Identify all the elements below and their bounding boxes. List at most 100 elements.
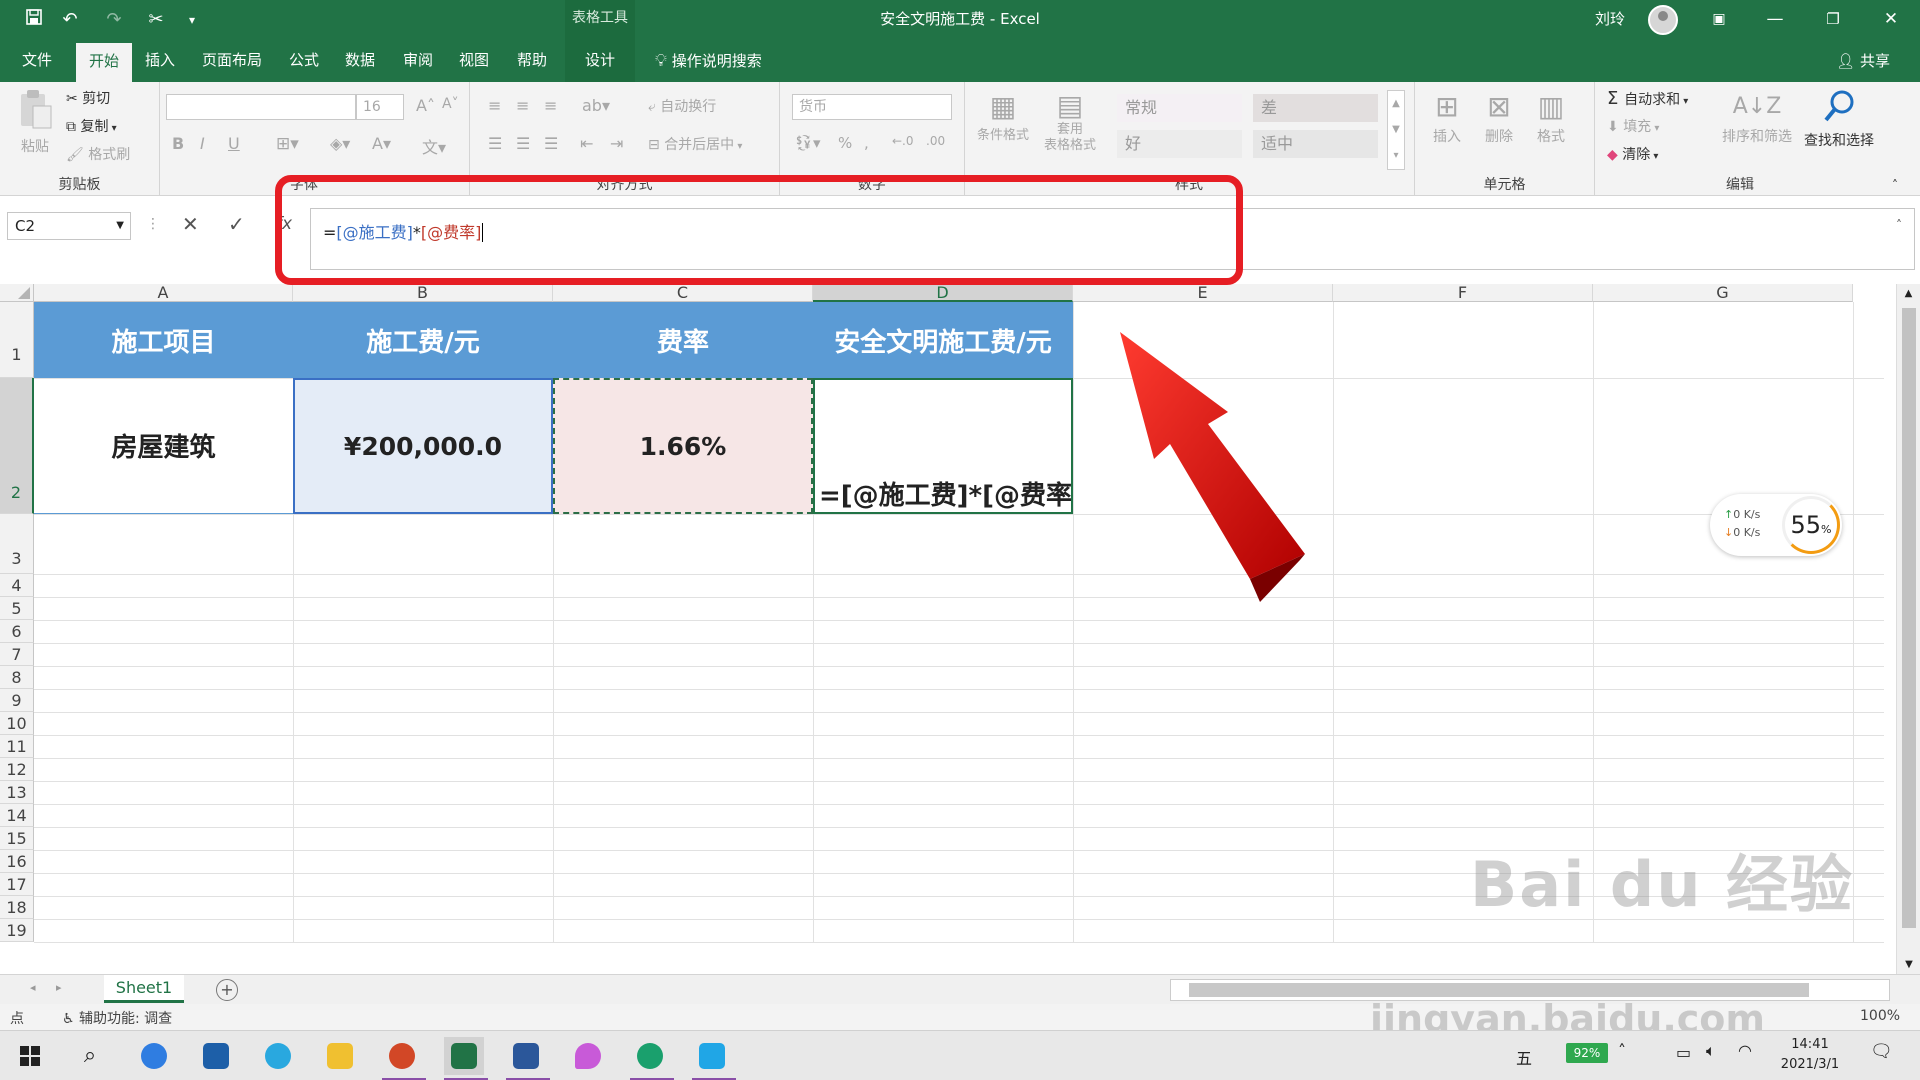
cut-icon[interactable]: ✂ [142, 8, 170, 32]
zoom-level[interactable]: 100% [1860, 1008, 1900, 1024]
tab-formulas[interactable]: 公式 [280, 40, 328, 82]
shrink-font-icon[interactable]: A˅ [442, 96, 459, 112]
scroll-up-icon[interactable]: ▲ [1897, 288, 1920, 299]
border-icon[interactable]: ⊞▾ [276, 134, 299, 154]
row-header-16[interactable]: 16 [0, 850, 34, 873]
row-header-5[interactable]: 5 [0, 597, 34, 620]
find-select-button[interactable]: 查找和选择 [1799, 88, 1879, 150]
align-right-icon[interactable]: ☰ [544, 134, 558, 153]
restore-icon[interactable]: ❐ [1810, 0, 1856, 40]
battery-badge[interactable]: 92% [1566, 1043, 1608, 1063]
row-header-10[interactable]: 10 [0, 712, 34, 735]
comma-icon[interactable]: , [864, 134, 869, 152]
phonetic-icon[interactable]: 文▾ [422, 134, 446, 158]
col-header-a[interactable]: A [34, 284, 293, 302]
col-header-b[interactable]: B [293, 284, 553, 302]
top-align-icon[interactable]: ≡ [488, 96, 501, 115]
user-name[interactable]: 刘玲 [1595, 0, 1625, 38]
tab-review[interactable]: 审阅 [394, 40, 442, 82]
insert-cells-button[interactable]: ⊞ 插入 [1427, 88, 1467, 146]
undo-icon[interactable]: ↶ [56, 8, 84, 32]
scroll-thumb[interactable] [1902, 308, 1916, 928]
worksheet-grid[interactable]: A B C D E F G 1 2 3 4 5 6 7 8 9 10 11 12… [0, 284, 1920, 974]
tell-me-search[interactable]: 💡︎ 操作说明搜索 [655, 40, 762, 82]
notification-icon[interactable]: 🗨︎ [1870, 1041, 1893, 1062]
row-header-6[interactable]: 6 [0, 620, 34, 643]
middle-align-icon[interactable]: ≡ [516, 96, 529, 115]
sort-filter-button[interactable]: A↓Z 排序和筛选 [1717, 88, 1797, 146]
tray-chevron-icon[interactable]: ˄ [1618, 1041, 1626, 1060]
header-cell-safety-fee[interactable]: 安全文明施工费/元 [813, 302, 1073, 378]
windows-start-icon[interactable] [10, 1037, 50, 1075]
merge-center-button[interactable]: ⊟ 合并后居中 ▾ [648, 134, 742, 154]
edge-icon[interactable] [630, 1037, 674, 1080]
col-header-e[interactable]: E [1073, 284, 1333, 302]
battery-icon[interactable]: ▭ [1676, 1043, 1691, 1062]
row-header-1[interactable]: 1 [0, 302, 34, 378]
autosum-button[interactable]: Σ 自动求和 ▾ [1607, 88, 1688, 109]
row-header-15[interactable]: 15 [0, 827, 34, 850]
row-header-9[interactable]: 9 [0, 689, 34, 712]
tab-insert[interactable]: 插入 [136, 40, 184, 82]
style-good[interactable]: 好 [1117, 130, 1242, 158]
customize-icon[interactable]: ▾ [178, 8, 206, 32]
excel-icon[interactable] [444, 1037, 488, 1080]
word-icon[interactable] [506, 1037, 550, 1080]
font-size-combo[interactable]: 16 [356, 94, 404, 120]
sheet-nav-prev-icon[interactable]: ◂ [30, 981, 36, 994]
app-l-icon[interactable] [134, 1037, 174, 1075]
format-painter-button[interactable]: 🖌︎ 格式刷 [66, 144, 130, 164]
avatar[interactable] [1648, 5, 1678, 35]
percent-icon[interactable]: % [838, 134, 852, 152]
minimize-icon[interactable]: — [1752, 0, 1798, 40]
style-bad[interactable]: 差 [1253, 94, 1378, 122]
vertical-scrollbar[interactable]: ▲ ▼ [1896, 284, 1920, 974]
col-header-c[interactable]: C [553, 284, 813, 302]
sheet-tab-sheet1[interactable]: Sheet1 [104, 975, 184, 1003]
row-header-4[interactable]: 4 [0, 574, 34, 597]
share-button[interactable]: 👤︎ 共享 [1836, 40, 1890, 82]
save-icon[interactable] [20, 8, 48, 32]
increase-decimal-icon[interactable]: ←.0 [892, 134, 914, 148]
bold-button[interactable]: B [172, 134, 184, 153]
orientation-icon[interactable]: ab▾ [582, 96, 610, 115]
collapse-ribbon-icon[interactable]: ˄ [1892, 178, 1898, 192]
enter-icon[interactable]: ✓ [228, 212, 245, 236]
scroll-down-icon[interactable]: ▼ [1897, 959, 1920, 970]
delete-cells-button[interactable]: ⊠ 删除 [1479, 88, 1519, 146]
tab-page-layout[interactable]: 页面布局 [196, 40, 268, 82]
col-header-d[interactable]: D [813, 284, 1073, 302]
name-box[interactable]: C2 ▼ [7, 212, 131, 240]
tab-home[interactable]: 开始 [76, 40, 132, 82]
cell-c2[interactable]: 1.66% [553, 378, 813, 514]
select-all-corner[interactable] [0, 284, 34, 302]
row-header-17[interactable]: 17 [0, 873, 34, 896]
paint-icon[interactable] [568, 1037, 608, 1075]
tab-data[interactable]: 数据 [336, 40, 384, 82]
style-normal[interactable]: 常规 [1117, 94, 1242, 122]
accounting-icon[interactable]: 💱︎▾ [794, 134, 821, 152]
paste-button[interactable]: 粘贴 [14, 88, 56, 156]
accessibility-status[interactable]: ♿︎ 辅助功能: 调查 [62, 1008, 172, 1028]
clock[interactable]: 14:41 2021/3/1 [1770, 1035, 1850, 1075]
row-header-19[interactable]: 19 [0, 919, 34, 942]
decrease-decimal-icon[interactable]: .00 [926, 134, 945, 148]
decrease-indent-icon[interactable]: ⇤ [580, 134, 593, 153]
col-header-g[interactable]: G [1593, 284, 1853, 302]
row-header-11[interactable]: 11 [0, 735, 34, 758]
row-header-12[interactable]: 12 [0, 758, 34, 781]
row-header-7[interactable]: 7 [0, 643, 34, 666]
ribbon-display-icon[interactable]: ▣ [1696, 0, 1742, 40]
powerpoint-icon[interactable] [382, 1037, 426, 1080]
row-header-14[interactable]: 14 [0, 804, 34, 827]
italic-button[interactable]: I [200, 134, 205, 153]
header-cell-rate[interactable]: 费率 [553, 302, 813, 378]
redo-icon[interactable]: ↷ [100, 8, 128, 32]
row-header-13[interactable]: 13 [0, 781, 34, 804]
copy-button[interactable]: ⧉ 复制 ▾ [66, 116, 117, 136]
browser-e-icon[interactable] [258, 1037, 298, 1075]
tab-help[interactable]: 帮助 [508, 40, 556, 82]
sheet-nav-next-icon[interactable]: ▸ [56, 981, 62, 994]
font-color-icon[interactable]: A▾ [372, 134, 391, 153]
cell-b2[interactable]: ¥200,000.0 [293, 378, 553, 514]
